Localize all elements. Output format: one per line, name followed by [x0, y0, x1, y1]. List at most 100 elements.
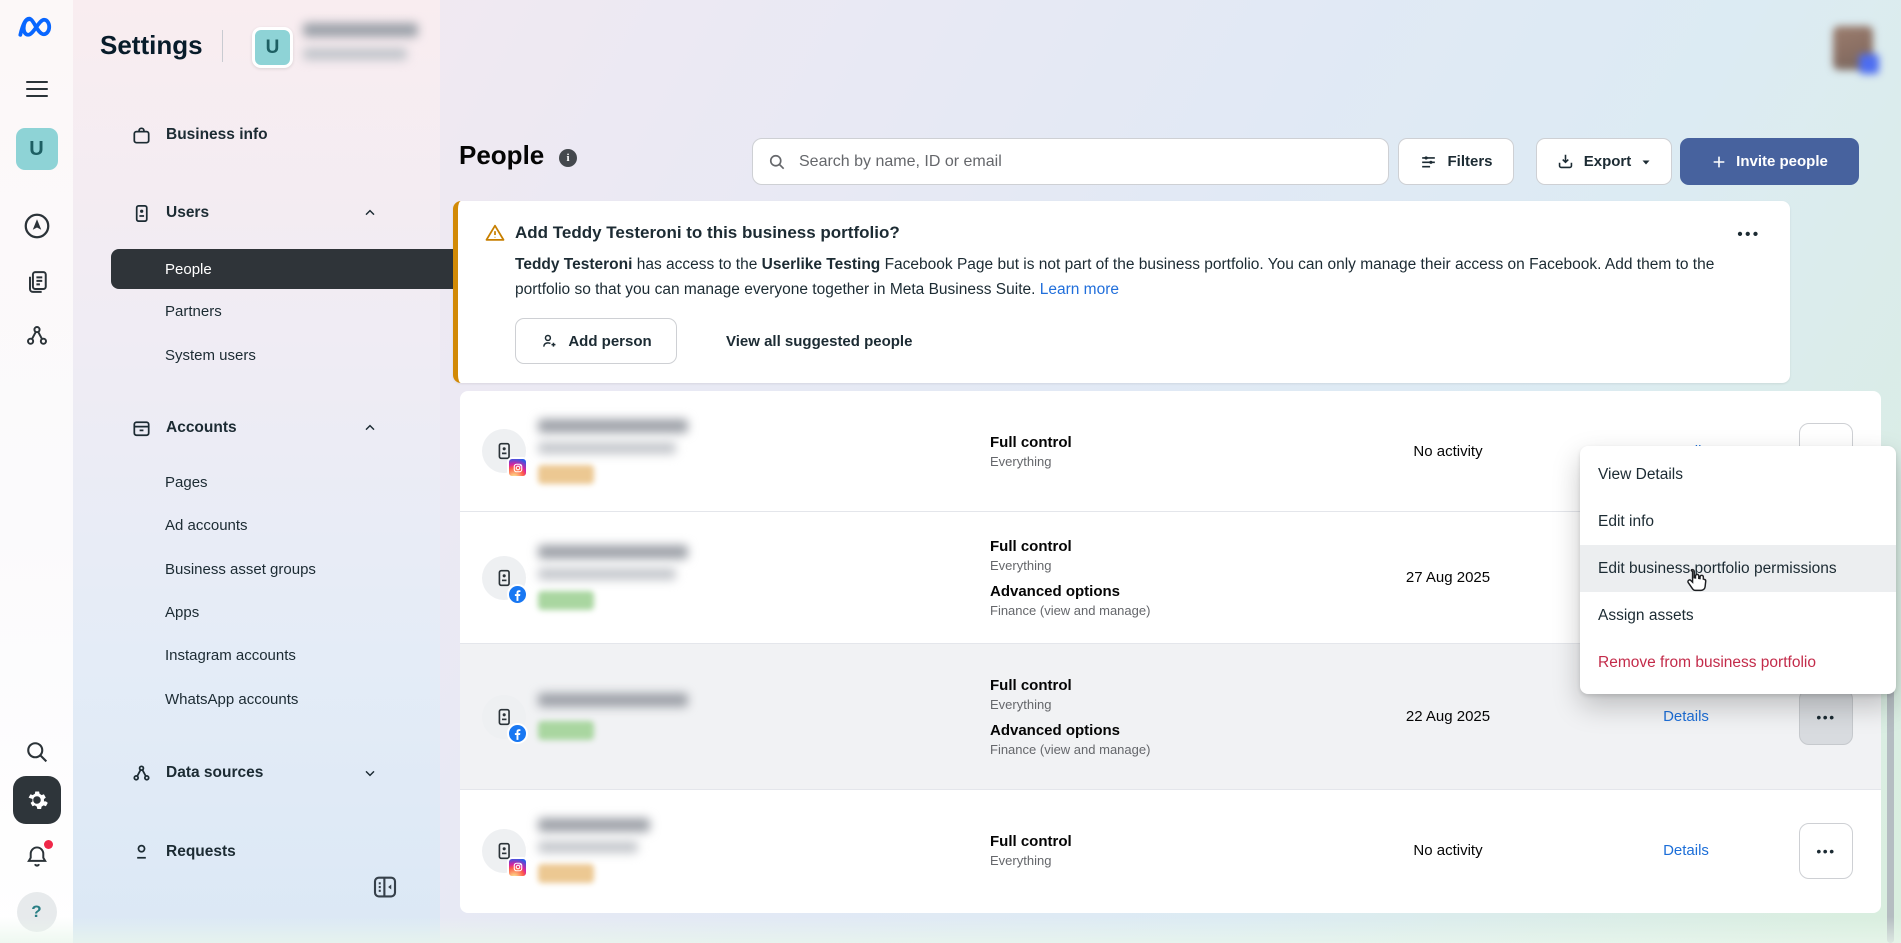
- menu-item-view-details[interactable]: View Details: [1580, 451, 1896, 498]
- sidebar-label: Data sources: [166, 764, 263, 782]
- chevron-up-icon: [362, 205, 378, 221]
- person-avatar: [482, 556, 526, 600]
- ads-manager-icon[interactable]: [0, 208, 73, 244]
- title-divider: [222, 30, 223, 62]
- page-app-title: Settings: [100, 30, 203, 61]
- status-chip-redacted: [538, 721, 594, 740]
- view-all-suggested-button[interactable]: View all suggested people: [710, 318, 928, 364]
- role-cell: Full control Everything Advanced options…: [990, 538, 1290, 618]
- sidebar-label: Accounts: [166, 419, 237, 437]
- row-context-menu: View Details Edit info Edit business por…: [1580, 446, 1896, 694]
- info-icon[interactable]: i: [559, 149, 577, 167]
- settings-sidebar: Business info Users People Partners Syst…: [73, 0, 440, 943]
- sidebar-item-people[interactable]: People: [111, 249, 465, 289]
- person-cell: [482, 419, 990, 484]
- sidebar-item-partners[interactable]: Partners: [165, 296, 415, 326]
- status-chip-redacted: [538, 591, 594, 610]
- status-chip-redacted: [538, 465, 594, 484]
- left-rail: U: [0, 0, 73, 943]
- banner-more-icon[interactable]: [1732, 221, 1766, 247]
- person-handle-redacted: [538, 841, 638, 853]
- menu-icon[interactable]: [0, 74, 73, 104]
- business-name-redacted: [303, 23, 418, 37]
- business-avatar-topbar[interactable]: U: [252, 27, 293, 68]
- row-more-button-active[interactable]: [1799, 689, 1853, 745]
- sidebar-item-apps[interactable]: Apps: [165, 597, 415, 627]
- suggested-person-banner: Add Teddy Testeroni to this business por…: [453, 201, 1790, 383]
- sidebar-item-ad-accounts[interactable]: Ad accounts: [165, 510, 415, 540]
- person-name-redacted: [538, 545, 688, 559]
- row-more-button[interactable]: [1799, 823, 1853, 879]
- last-activity: No activity: [1290, 842, 1606, 859]
- add-person-button[interactable]: Add person: [515, 318, 677, 364]
- sidebar-item-instagram-accounts[interactable]: Instagram accounts: [165, 640, 415, 670]
- role-cell: Full control Everything: [990, 434, 1290, 469]
- sidebar-item-pages[interactable]: Pages: [165, 467, 415, 497]
- person-cell: [482, 693, 990, 740]
- last-activity: 22 Aug 2025: [1290, 708, 1606, 725]
- export-button[interactable]: Export: [1536, 138, 1672, 185]
- network-icon: [130, 762, 153, 785]
- id-card-icon: [130, 202, 153, 225]
- meta-logo-icon[interactable]: [0, 8, 73, 46]
- menu-item-assign-assets[interactable]: Assign assets: [1580, 592, 1896, 639]
- business-avatar-rail[interactable]: U: [0, 128, 73, 170]
- sidebar-label: Business info: [166, 126, 268, 144]
- notification-badge: [44, 840, 53, 849]
- settings-nav-button[interactable]: [0, 776, 73, 824]
- question-mark-icon: [17, 892, 57, 932]
- learn-more-link[interactable]: Learn more: [1040, 281, 1119, 298]
- last-activity: No activity: [1290, 443, 1606, 460]
- gear-icon: [13, 776, 61, 824]
- page-title: People: [459, 140, 544, 171]
- sidebar-section-accounts[interactable]: Accounts: [130, 411, 420, 445]
- sidebar-item-business-asset-groups[interactable]: Business asset groups: [165, 554, 415, 584]
- business-network-icon[interactable]: [0, 318, 73, 354]
- sidebar-item-system-users[interactable]: System users: [165, 340, 415, 370]
- banner-title: Add Teddy Testeroni to this business por…: [515, 223, 900, 243]
- menu-item-edit-info[interactable]: Edit info: [1580, 498, 1896, 545]
- details-link[interactable]: Details: [1606, 842, 1766, 859]
- filters-icon: [1419, 152, 1438, 171]
- sidebar-section-data-sources[interactable]: Data sources: [130, 756, 420, 790]
- business-id-redacted: [303, 48, 407, 60]
- user-profile-avatar[interactable]: [1833, 26, 1873, 70]
- table-row[interactable]: Full control Everything No activity Deta…: [460, 789, 1881, 911]
- box-icon: [130, 417, 153, 440]
- person-avatar: [482, 829, 526, 873]
- details-link[interactable]: Details: [1606, 708, 1766, 725]
- sidebar-item-whatsapp-accounts[interactable]: WhatsApp accounts: [165, 684, 415, 714]
- menu-item-remove-from-portfolio[interactable]: Remove from business portfolio: [1580, 639, 1896, 686]
- role-cell: Full control Everything Advanced options…: [990, 677, 1290, 757]
- person-name-redacted: [538, 419, 688, 433]
- billing-documents-icon[interactable]: [0, 264, 73, 300]
- collapse-sidebar-icon[interactable]: [370, 872, 400, 902]
- notifications-button[interactable]: [0, 840, 73, 874]
- menu-item-edit-permissions[interactable]: Edit business portfolio permissions: [1580, 545, 1896, 592]
- sidebar-label: Users: [166, 204, 209, 222]
- facebook-badge-icon: [507, 723, 528, 744]
- download-icon: [1556, 152, 1575, 171]
- add-person-icon: [540, 332, 559, 351]
- caret-down-icon: [1640, 156, 1652, 168]
- chevron-down-icon: [362, 765, 378, 781]
- filters-button[interactable]: Filters: [1398, 138, 1514, 185]
- search-nav-icon[interactable]: [0, 736, 73, 768]
- sidebar-section-requests[interactable]: Requests: [130, 835, 420, 869]
- last-activity: 27 Aug 2025: [1290, 569, 1606, 586]
- person-email-redacted: [538, 568, 676, 580]
- instagram-badge-icon: [507, 857, 528, 878]
- help-button[interactable]: [0, 892, 73, 932]
- plus-icon: [1711, 154, 1727, 170]
- banner-body: Teddy Testeroni has access to the Userli…: [515, 252, 1725, 302]
- search-input[interactable]: [797, 152, 1374, 172]
- sidebar-label-selected: People: [165, 261, 212, 278]
- sidebar-item-business-info[interactable]: Business info: [130, 118, 420, 152]
- instagram-badge-icon: [507, 457, 528, 478]
- invite-people-button[interactable]: Invite people: [1680, 138, 1859, 185]
- business-avatar-letter: U: [16, 128, 58, 170]
- sidebar-section-users[interactable]: Users: [130, 196, 420, 230]
- person-email-redacted: [538, 442, 676, 454]
- person-cell: [482, 545, 990, 610]
- chevron-up-icon: [362, 420, 378, 436]
